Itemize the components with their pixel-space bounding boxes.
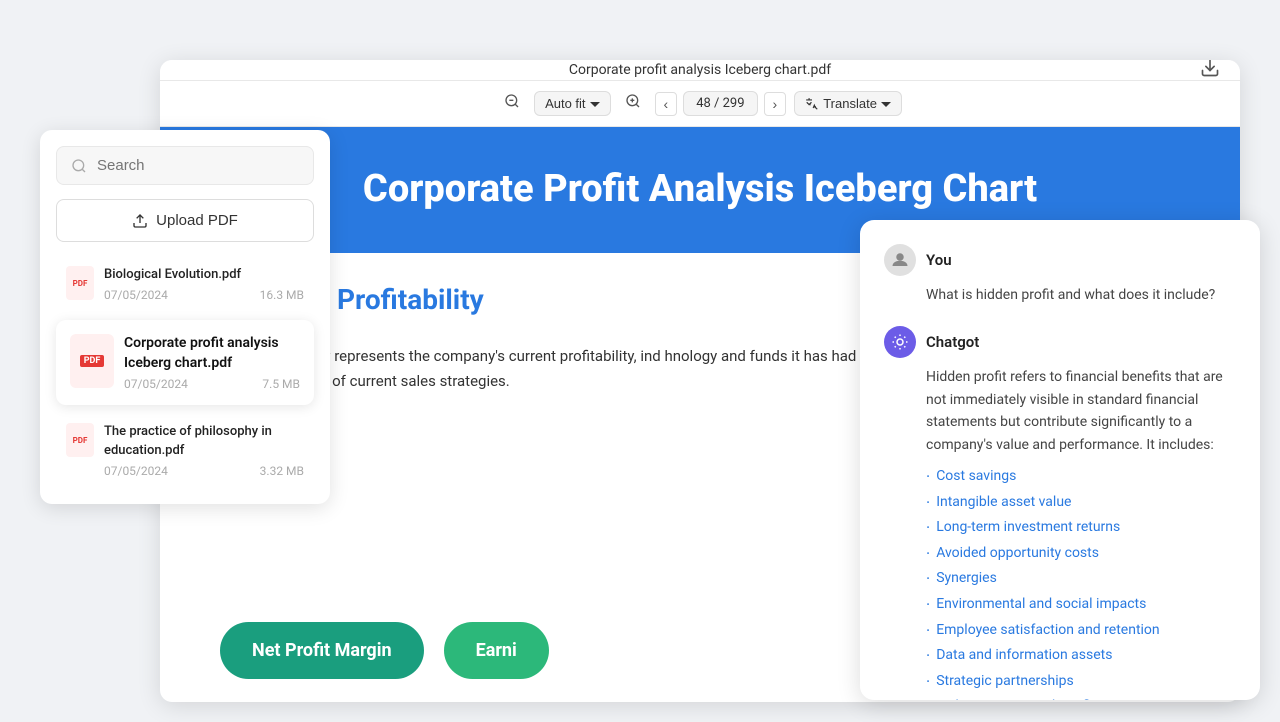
auto-fit-label: Auto fit <box>545 96 585 111</box>
translate-label: Translate <box>823 96 877 111</box>
zoom-in-button[interactable] <box>619 89 647 118</box>
upload-label: Upload PDF <box>156 212 238 229</box>
chat-list-item: ·Employee satisfaction and retention <box>926 618 1236 644</box>
file-info-active: Corporate profit analysis Iceberg chart.… <box>124 334 300 391</box>
ai-avatar <box>884 326 916 358</box>
chat-list-item: ·Risk management benefits <box>926 694 1236 700</box>
file-icon: PDF <box>66 266 94 300</box>
net-profit-pill: Net Profit Margin <box>220 622 424 679</box>
chat-list-item: ·Intangible asset value <box>926 490 1236 516</box>
page-indicator: 48 / 299 <box>683 91 757 116</box>
file-icon-active: PDF <box>70 334 114 388</box>
file-size: 16.3 MB <box>260 288 304 302</box>
sidebar: Upload PDF PDF Biological Evolution.pdf … <box>40 130 330 504</box>
bullet: · <box>926 643 930 669</box>
file-name: Biological Evolution.pdf <box>104 266 304 284</box>
user-question: What is hidden profit and what does it i… <box>884 284 1236 306</box>
bullet: · <box>926 515 930 541</box>
list-item[interactable]: PDF Corporate profit analysis Iceberg ch… <box>56 320 314 405</box>
file-meta-active: 07/05/2024 7.5 MB <box>124 377 300 391</box>
file-info: Biological Evolution.pdf 07/05/2024 16.3… <box>104 266 304 302</box>
pdf-toolbar: Corporate profit analysis Iceberg chart.… <box>160 60 1240 81</box>
file-meta: 07/05/2024 3.32 MB <box>104 464 304 478</box>
page-navigation: ‹ 48 / 299 › <box>655 91 787 116</box>
bullet: · <box>926 669 930 695</box>
bullet: · <box>926 464 930 490</box>
pdf-download-button[interactable] <box>1200 60 1220 83</box>
chat-list-item: ·Avoided opportunity costs <box>926 541 1236 567</box>
user-name: You <box>926 251 952 269</box>
bullet: · <box>926 541 930 567</box>
bullet: · <box>926 490 930 516</box>
search-input[interactable] <box>97 157 299 174</box>
chat-panel: You What is hidden profit and what does … <box>860 220 1260 700</box>
chat-list-item: ·Data and information assets <box>926 643 1236 669</box>
bullet: · <box>926 618 930 644</box>
ai-name: Chatgot <box>926 333 979 351</box>
chat-list-item: ·Cost savings <box>926 464 1236 490</box>
search-bar[interactable] <box>56 146 314 185</box>
file-meta: 07/05/2024 16.3 MB <box>104 288 304 302</box>
next-page-button[interactable]: › <box>764 92 787 116</box>
user-message: You What is hidden profit and what does … <box>884 244 1236 306</box>
pdf-filename: Corporate profit analysis Iceberg chart.… <box>569 62 831 78</box>
search-icon <box>71 158 87 174</box>
file-date: 07/05/2024 <box>104 288 168 302</box>
file-icon: PDF <box>66 423 94 457</box>
auto-fit-button[interactable]: Auto fit <box>534 91 610 116</box>
file-info: The practice of philosophy in education.… <box>104 423 304 477</box>
file-date-active: 07/05/2024 <box>124 377 188 391</box>
ai-sender: Chatgot <box>884 326 1236 358</box>
chat-list-item: ·Environmental and social impacts <box>926 592 1236 618</box>
ai-response: Hidden profit refers to financial benefi… <box>884 366 1236 456</box>
chat-list-item: ·Strategic partnerships <box>926 669 1236 695</box>
chat-list-item: ·Long-term investment returns <box>926 515 1236 541</box>
file-size-active: 7.5 MB <box>262 377 300 391</box>
file-date: 07/05/2024 <box>104 464 168 478</box>
list-item[interactable]: PDF Biological Evolution.pdf 07/05/2024 … <box>56 256 314 312</box>
ai-message: Chatgot Hidden profit refers to financia… <box>884 326 1236 700</box>
list-item[interactable]: PDF The practice of philosophy in educat… <box>56 413 314 487</box>
bullet: · <box>926 592 930 618</box>
zoom-out-button[interactable] <box>498 89 526 118</box>
translate-button[interactable]: Translate <box>794 91 902 116</box>
upload-pdf-button[interactable]: Upload PDF <box>56 199 314 242</box>
user-sender: You <box>884 244 1236 276</box>
chat-list-item: ·Synergies <box>926 566 1236 592</box>
bullet: · <box>926 694 930 700</box>
file-name-active: Corporate profit analysis Iceberg chart.… <box>124 334 300 373</box>
file-name: The practice of philosophy in education.… <box>104 423 304 459</box>
earnings-pill: Earni <box>444 622 549 679</box>
ai-list: ·Cost savings·Intangible asset value·Lon… <box>884 464 1236 700</box>
bullet: · <box>926 566 930 592</box>
file-size: 3.32 MB <box>260 464 304 478</box>
prev-page-button[interactable]: ‹ <box>655 92 678 116</box>
user-avatar <box>884 244 916 276</box>
upload-icon <box>132 213 148 229</box>
pdf-controls-bar: Auto fit ‹ 48 / 299 › Translate <box>160 81 1240 127</box>
file-list: PDF Biological Evolution.pdf 07/05/2024 … <box>56 256 314 488</box>
pdf-main-title: Corporate Profit Analysis Iceberg Chart <box>220 167 1180 213</box>
